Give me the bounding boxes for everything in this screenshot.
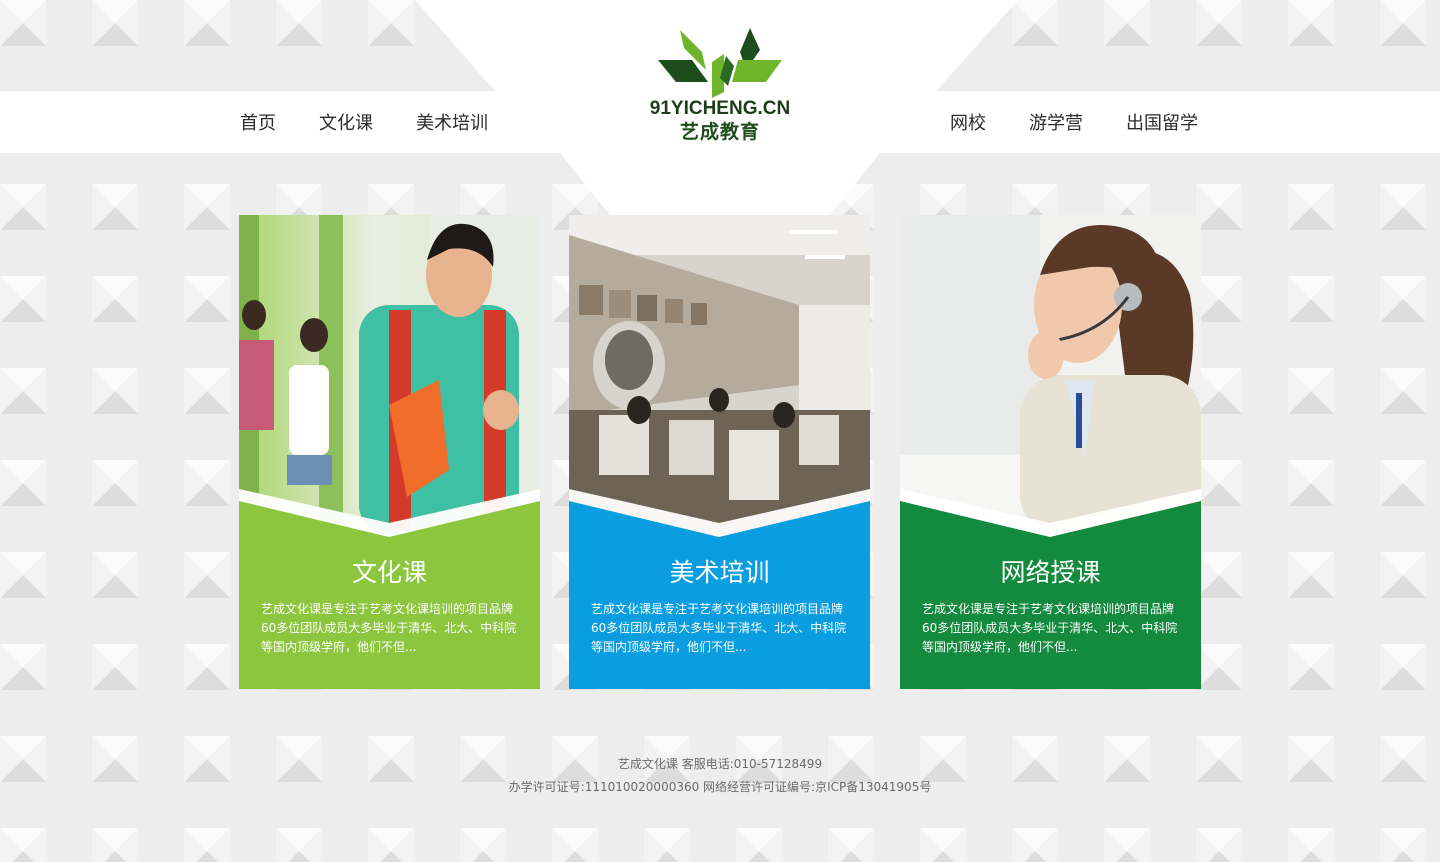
card-culture-course[interactable]: 文化课 艺成文化课是专注于艺考文化课培训的项目品牌60多位团队成员大多毕业于清华… (239, 215, 540, 689)
card-title: 美术培训 (669, 558, 770, 587)
logo-name: 艺成教育 (679, 121, 760, 143)
card-description: 艺成文化课是专注于艺考文化课培训的项目品牌60多位团队成员大多毕业于清华、北大、… (591, 602, 847, 654)
logo[interactable]: 91YICHENG.CN 艺成教育 (640, 26, 800, 148)
logo-leaf-icon (658, 28, 782, 98)
nav-item-online-school[interactable]: 网校 (950, 109, 986, 135)
logo-domain: 91YICHENG.CN (649, 98, 791, 119)
footer-license: 办学许可证号:111010020000360 网络经营许可证编号:京ICP备13… (508, 780, 932, 794)
nav-right: 网校 游学营 出国留学 (907, 91, 1198, 153)
nav-item-culture-course[interactable]: 文化课 (319, 109, 373, 135)
card-description: 艺成文化课是专注于艺考文化课培训的项目品牌60多位团队成员大多毕业于清华、北大、… (261, 602, 517, 654)
nav-item-study-tour[interactable]: 游学营 (1029, 109, 1083, 135)
card-body: 美术培训 艺成文化课是专注于艺考文化课培训的项目品牌60多位团队成员大多毕业于清… (569, 215, 870, 689)
card-title: 网络授课 (1000, 558, 1101, 587)
card-description: 艺成文化课是专注于艺考文化课培训的项目品牌60多位团队成员大多毕业于清华、北大、… (922, 602, 1178, 654)
card-art-training[interactable]: 美术培训 艺成文化课是专注于艺考文化课培训的项目品牌60多位团队成员大多毕业于清… (569, 215, 870, 689)
nav-item-home[interactable]: 首页 (240, 109, 276, 135)
nav-item-art-training[interactable]: 美术培训 (416, 109, 488, 135)
nav-item-study-abroad[interactable]: 出国留学 (1126, 109, 1198, 135)
card-title: 文化课 (351, 558, 427, 587)
card-body: 网络授课 艺成文化课是专注于艺考文化课培训的项目品牌60多位团队成员大多毕业于清… (900, 215, 1201, 689)
footer-contact: 艺成文化课 客服电话:010-57128499 (617, 757, 823, 771)
nav-left: 首页 文化课 美术培训 (240, 91, 531, 153)
card-online-teaching[interactable]: 网络授课 艺成文化课是专注于艺考文化课培训的项目品牌60多位团队成员大多毕业于清… (900, 215, 1201, 689)
card-body: 文化课 艺成文化课是专注于艺考文化课培训的项目品牌60多位团队成员大多毕业于清华… (239, 215, 540, 689)
footer: 艺成文化课 客服电话:010-57128499 办学许可证号:111010020… (0, 753, 1440, 799)
